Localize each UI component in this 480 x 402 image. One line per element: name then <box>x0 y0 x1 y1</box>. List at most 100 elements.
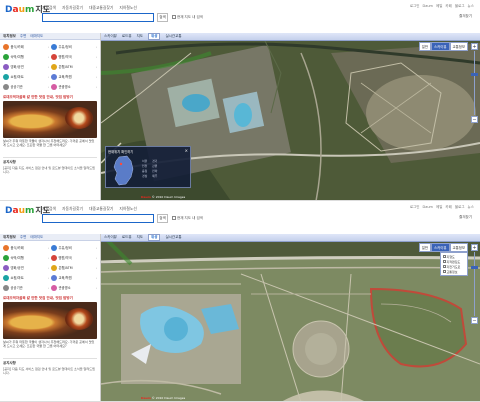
utility-links: 로그인 Daum 메일 카페 블로그 뉴스 <box>410 4 474 9</box>
util-link[interactable]: Daum <box>423 205 433 210</box>
map-tab[interactable]: 로드뷰 <box>122 235 132 240</box>
search-input[interactable] <box>42 214 154 223</box>
category-item[interactable]: 교육/학원 › <box>51 72 97 81</box>
util-link[interactable]: 로그인 <box>410 4 420 9</box>
category-item[interactable]: 은행/ATM › <box>51 263 97 272</box>
category-item[interactable]: 공공기관 › <box>3 82 49 91</box>
nav-item[interactable]: 지도검색 <box>42 206 56 212</box>
zoom-in-button[interactable]: + <box>471 244 478 251</box>
map-tab[interactable]: 실시간교통 <box>165 235 181 240</box>
util-link[interactable]: 뉴스 <box>468 4 474 9</box>
current-map-search-checkbox[interactable]: 현재 지도 내 검색 <box>172 15 203 20</box>
map-view[interactable]: 스카이뷰 로드뷰 지도 위성 실시간교통 일반 스카이뷰 교통정보 + − 현재… <box>101 33 480 200</box>
nav-item[interactable]: 지하철노선 <box>119 5 136 11</box>
layer-option[interactable]: 교통정보 <box>443 269 465 274</box>
current-map-search-checkbox[interactable]: 현재 지도 내 검색 <box>172 216 203 221</box>
zoom-out-button[interactable]: − <box>471 116 478 123</box>
promo-food-image[interactable] <box>3 101 97 138</box>
search-button[interactable]: 검색 <box>157 214 168 223</box>
map-type-option[interactable]: 일반 <box>418 42 432 51</box>
map-tab-active[interactable]: 위성 <box>148 234 161 241</box>
sidebar-tab[interactable]: 주변 <box>20 34 26 38</box>
map-tab[interactable]: 지도 <box>137 34 143 39</box>
category-item[interactable]: 주유/정비 › <box>51 243 97 252</box>
sidebar-tab[interactable]: 테마지도 <box>30 235 43 239</box>
util-link[interactable]: 메일 <box>436 4 442 9</box>
category-item[interactable]: 영화/공연 › <box>3 62 49 71</box>
map-tab[interactable]: 실시간교통 <box>165 34 181 39</box>
map-type-option-selected[interactable]: 스카이뷰 <box>431 42 450 51</box>
map-view[interactable]: 스카이뷰 로드뷰 지도 위성 실시간교통 일반 스카이뷰 교통정보 지형도 지적… <box>101 234 480 402</box>
zoom-slider-handle[interactable] <box>471 266 478 269</box>
category-item[interactable]: 숙박/여행 › <box>3 52 49 61</box>
zoom-slider-handle[interactable] <box>471 73 478 76</box>
category-item[interactable]: 음식/카페 › <box>3 42 49 51</box>
zoom-track[interactable] <box>474 252 475 316</box>
map-type-option[interactable]: 교통정보 <box>449 42 468 51</box>
util-link[interactable]: Daum <box>423 4 433 9</box>
zoom-in-button[interactable]: + <box>471 43 478 50</box>
sidebar-tab[interactable]: 주변 <box>20 235 26 239</box>
checkbox-icon[interactable] <box>443 265 446 268</box>
notice-body[interactable]: [공지] 다음 지도 서비스 점검 안내 및 로드뷰 업데이트 소식을 알려드립… <box>0 367 100 375</box>
favorites-link[interactable]: 즐겨찾기 <box>459 14 472 19</box>
nav-item[interactable]: 지하철노선 <box>119 206 136 212</box>
checkbox-icon[interactable] <box>172 216 176 220</box>
category-item[interactable]: 은행/ATM › <box>51 62 97 71</box>
map-tab[interactable]: 스카이뷰 <box>104 34 117 39</box>
category-item[interactable]: 병원/약국 › <box>51 253 97 262</box>
category-item[interactable]: 주유/정비 › <box>51 42 97 51</box>
util-link[interactable]: 카페 <box>445 205 451 210</box>
util-link[interactable]: 블로그 <box>455 4 465 9</box>
map-tab-active[interactable]: 위성 <box>148 33 161 40</box>
map-type-option[interactable]: 교통정보 <box>449 243 468 252</box>
category-icon <box>3 73 9 80</box>
map-type-option-selected[interactable]: 스카이뷰 <box>431 243 450 252</box>
korea-map-icon[interactable] <box>109 155 139 187</box>
category-item[interactable]: 쇼핑/마트 › <box>3 273 49 282</box>
category-item[interactable]: 관광명소 › <box>51 283 97 292</box>
nav-item[interactable]: 지도검색 <box>42 5 56 11</box>
nav-item[interactable]: 대중교통길찾기 <box>89 5 113 11</box>
category-item[interactable]: 영화/공연 › <box>3 263 49 272</box>
search-button[interactable]: 검색 <box>157 13 168 22</box>
category-icon <box>51 73 57 80</box>
map-tab[interactable]: 로드뷰 <box>122 34 132 39</box>
util-link[interactable]: 블로그 <box>455 205 465 210</box>
map-type-option[interactable]: 일반 <box>418 243 432 252</box>
search-input[interactable] <box>42 13 154 22</box>
zoom-track[interactable] <box>474 51 475 115</box>
util-link[interactable]: 로그인 <box>410 205 420 210</box>
map-tab[interactable]: 스카이뷰 <box>104 235 117 240</box>
favorites-link[interactable]: 즐겨찾기 <box>459 215 472 220</box>
map-tab[interactable]: 지도 <box>137 235 143 240</box>
category-item[interactable]: 교육/학원 › <box>51 273 97 282</box>
category-item[interactable]: 숙박/여행 › <box>3 253 49 262</box>
category-item[interactable]: 쇼핑/마트 › <box>3 72 49 81</box>
promo-title[interactable]: 로데오먹자골목 갈 만한 맛집 안내, 맛집 탐방기 <box>0 95 100 100</box>
util-link[interactable]: 카페 <box>445 4 451 9</box>
category-item[interactable]: 음식/카페 › <box>3 243 49 252</box>
notice-body[interactable]: [공지] 다음 지도 서비스 점검 안내 및 로드뷰 업데이트 소식을 알려드립… <box>0 166 100 174</box>
checkbox-icon[interactable] <box>172 15 176 19</box>
category-item[interactable]: 공공기관 › <box>3 283 49 292</box>
nav-item[interactable]: 대중교통길찾기 <box>89 206 113 212</box>
category-item[interactable]: 병원/약국 › <box>51 52 97 61</box>
nav-item[interactable]: 자동차길찾기 <box>62 206 83 212</box>
checkbox-icon[interactable] <box>443 270 446 273</box>
nav-item[interactable]: 자동차길찾기 <box>62 5 83 11</box>
sidebar-tab[interactable]: 위치정보 <box>3 34 16 38</box>
util-link[interactable]: 메일 <box>436 205 442 210</box>
close-icon[interactable]: × <box>185 148 188 153</box>
promo-title[interactable]: 로데오먹자골목 갈 만한 맛집 안내, 맛집 탐방기 <box>0 296 100 301</box>
util-link[interactable]: 뉴스 <box>468 205 474 210</box>
category-item[interactable]: 관광명소 › <box>51 82 97 91</box>
promo-food-image[interactable] <box>3 302 97 339</box>
zoom-out-button[interactable]: − <box>471 317 478 324</box>
sidebar-tab[interactable]: 테마지도 <box>30 34 43 38</box>
sidebar-tab[interactable]: 위치정보 <box>3 235 16 239</box>
category-icon <box>51 244 57 251</box>
satellite-map-2[interactable] <box>101 234 480 402</box>
checkbox-icon[interactable] <box>443 260 446 263</box>
checkbox-icon[interactable] <box>443 255 446 258</box>
